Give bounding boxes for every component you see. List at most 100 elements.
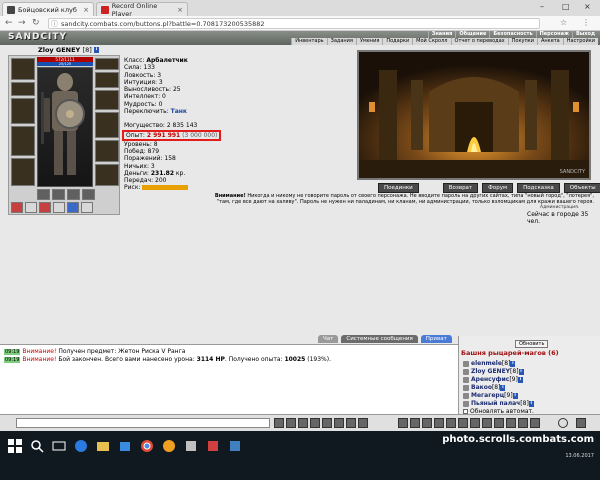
- buff-icon[interactable]: [25, 202, 37, 213]
- buff-icon[interactable]: [81, 202, 93, 213]
- smiles-icon[interactable]: [298, 418, 308, 428]
- app-icon[interactable]: [184, 439, 198, 453]
- weapon-slot[interactable]: [11, 98, 35, 124]
- shop-icon[interactable]: [458, 418, 468, 428]
- search-icon[interactable]: [30, 439, 44, 453]
- amulet-slot[interactable]: [11, 82, 35, 96]
- sound-icon[interactable]: [334, 418, 344, 428]
- user-entry[interactable]: Аренсуфис[9] i: [463, 376, 523, 383]
- info-badge-icon[interactable]: i: [500, 384, 506, 391]
- menu-item[interactable]: Общение: [455, 31, 489, 38]
- user-entry[interactable]: Мегагерц[9] i: [463, 392, 518, 399]
- extra-slot[interactable]: [52, 189, 65, 200]
- menu-item[interactable]: Безопасность: [489, 31, 535, 38]
- close-window-icon[interactable]: ×: [584, 2, 591, 11]
- map-icon[interactable]: [398, 418, 408, 428]
- tab-system-messages[interactable]: Системные сообщения: [341, 335, 418, 343]
- chrome-icon[interactable]: [140, 439, 154, 453]
- chat-box[interactable]: 09:19 Внимание! Получен предмет: Жетон Р…: [0, 344, 458, 414]
- clan-menu-icon[interactable]: [434, 418, 444, 428]
- back-icon[interactable]: ←: [5, 18, 13, 28]
- browser-tab-active[interactable]: Бойцовский клуб ×: [2, 2, 94, 16]
- bank-icon[interactable]: [470, 418, 480, 428]
- submenu-item[interactable]: Инвентарь: [291, 38, 327, 45]
- return-button[interactable]: Возврат: [442, 183, 479, 193]
- rating-icon[interactable]: [518, 418, 528, 428]
- reload-icon[interactable]: ↻: [32, 18, 40, 28]
- submenu-item[interactable]: Настройки: [562, 38, 598, 45]
- earring-slot[interactable]: [95, 58, 119, 70]
- user-entry[interactable]: Пьяный палач[8] i: [463, 400, 534, 407]
- send-icon[interactable]: [274, 418, 284, 428]
- user-entry[interactable]: elenmele[8] i: [463, 360, 516, 367]
- extra-slot[interactable]: [67, 189, 80, 200]
- buff-icon[interactable]: [11, 202, 23, 213]
- submenu-item[interactable]: Умения: [355, 38, 383, 45]
- explorer-icon[interactable]: [96, 439, 110, 453]
- buff-icon[interactable]: [53, 202, 65, 213]
- translit-icon[interactable]: [322, 418, 332, 428]
- info-badge-icon[interactable]: i: [518, 368, 524, 375]
- fights-button[interactable]: Поединки: [378, 183, 419, 193]
- forum-icon[interactable]: [494, 418, 504, 428]
- store-icon[interactable]: [118, 439, 132, 453]
- close-tab-icon[interactable]: ×: [83, 6, 89, 14]
- menu-item[interactable]: Выход: [571, 31, 598, 38]
- submenu-item[interactable]: Мой Скролл: [412, 38, 451, 45]
- news-icon[interactable]: [506, 418, 516, 428]
- refresh-button[interactable]: Обновить: [515, 340, 549, 348]
- helmet-slot[interactable]: [11, 58, 35, 80]
- edge-icon[interactable]: [74, 439, 88, 453]
- url-input[interactable]: ⓘ sandcity.combats.com/buttons.pl?battle…: [48, 18, 540, 29]
- buff-icon[interactable]: [67, 202, 79, 213]
- menu-item[interactable]: Знания: [427, 31, 456, 38]
- forum-button[interactable]: Форум: [482, 183, 514, 193]
- chat-input[interactable]: [16, 418, 270, 428]
- windows-start-icon[interactable]: [8, 439, 22, 453]
- info-badge-icon[interactable]: i: [517, 376, 523, 383]
- filter-icon[interactable]: [310, 418, 320, 428]
- switch-link[interactable]: Танк: [171, 108, 187, 115]
- buff-icon[interactable]: [39, 202, 51, 213]
- lock-icon[interactable]: [346, 418, 356, 428]
- submenu-item[interactable]: Отчет о переводах: [450, 38, 508, 45]
- belt-slot[interactable]: [11, 158, 35, 186]
- tab-chat[interactable]: Чат: [318, 335, 339, 343]
- info-badge-icon[interactable]: i: [510, 360, 516, 367]
- task-view-icon[interactable]: [52, 439, 66, 453]
- menu-item[interactable]: Персонаж: [535, 31, 572, 38]
- clear-icon[interactable]: [286, 418, 296, 428]
- browser-tab-inactive[interactable]: Record Online Player ×: [96, 2, 188, 18]
- armor-slot[interactable]: [11, 126, 35, 156]
- play-icon[interactable]: [558, 418, 568, 428]
- shield-slot[interactable]: [95, 112, 119, 138]
- volume-icon[interactable]: [576, 418, 586, 428]
- app-icon[interactable]: [206, 439, 220, 453]
- extra-slot[interactable]: [37, 189, 50, 200]
- submenu-item[interactable]: Подарки: [382, 38, 413, 45]
- submenu-item[interactable]: Задания: [326, 38, 356, 45]
- submenu-item[interactable]: Анкета: [536, 38, 563, 45]
- close-tab-icon[interactable]: ×: [177, 6, 183, 14]
- ring-slot[interactable]: [95, 72, 119, 88]
- friends-icon[interactable]: [422, 418, 432, 428]
- menu-icon[interactable]: ⋮: [582, 18, 590, 27]
- help-icon[interactable]: [482, 418, 492, 428]
- user-entry[interactable]: Вакоо[8] i: [463, 384, 506, 391]
- boots-slot[interactable]: [95, 164, 119, 186]
- extra-slot[interactable]: [82, 189, 95, 200]
- app-icon[interactable]: [228, 439, 242, 453]
- exit-icon[interactable]: [530, 418, 540, 428]
- quest-icon[interactable]: [446, 418, 456, 428]
- user-entry[interactable]: Zloy GENEY[8] i: [463, 368, 524, 375]
- info-badge-icon[interactable]: i: [94, 47, 100, 53]
- minimize-icon[interactable]: –: [540, 2, 544, 11]
- maximize-icon[interactable]: □: [562, 2, 570, 11]
- tab-private[interactable]: Приват: [420, 335, 452, 343]
- info-badge-icon[interactable]: i: [512, 392, 518, 399]
- settings-icon[interactable]: [358, 418, 368, 428]
- mail-icon[interactable]: [410, 418, 420, 428]
- submenu-item[interactable]: Покупки: [507, 38, 537, 45]
- legs-slot[interactable]: [95, 140, 119, 162]
- app-icon[interactable]: [162, 439, 176, 453]
